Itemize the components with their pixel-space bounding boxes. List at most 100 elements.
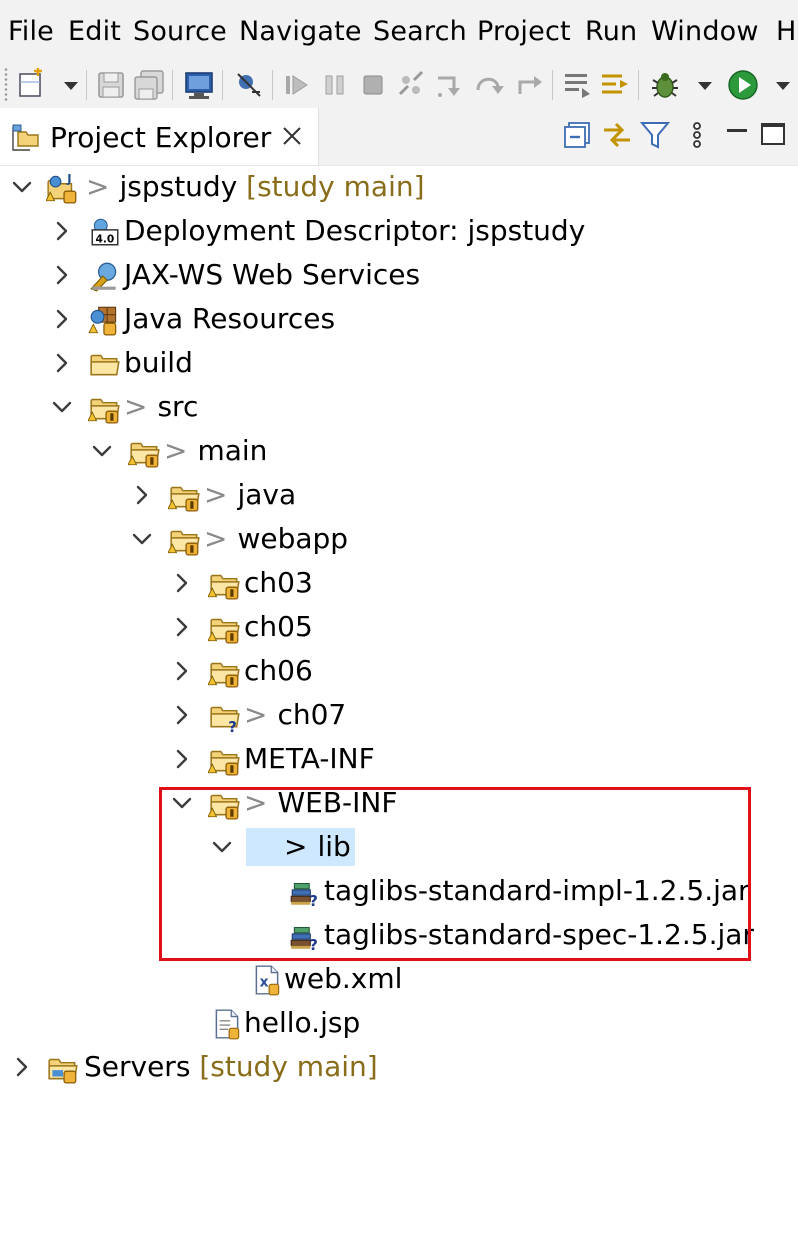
menu-help[interactable]: H [776,14,797,50]
menu-edit[interactable]: Edit [68,14,121,50]
step-into-icon[interactable] [432,68,466,102]
folder-git-icon [88,391,122,425]
menu-window[interactable]: Window [651,14,759,50]
tree-item-hello-jsp[interactable]: hello.jsp [0,1001,798,1045]
new-icon[interactable] [14,68,48,102]
step-over-icon[interactable] [472,68,506,102]
tree-item-text: build [124,346,193,379]
suspend-icon[interactable] [318,68,352,102]
chevron-down-icon[interactable] [170,791,194,815]
menu-source[interactable]: Source [133,14,227,50]
tree-item-meta-inf[interactable]: META-INF [0,737,798,781]
git-dirty-marker: > [124,390,148,423]
tree-item-jspstudy[interactable]: > jspstudy [study main] [0,165,798,209]
tree-item-ch06[interactable]: ch06 [0,649,798,693]
chevron-right-icon[interactable] [170,747,194,771]
step-return-icon[interactable] [512,68,546,102]
chevron-down-icon[interactable] [90,439,114,463]
tab-project-explorer[interactable]: Project Explorer [0,108,319,165]
tree-item-ch05[interactable]: ch05 [0,605,798,649]
tree-item-ch07[interactable]: > ch07 [0,693,798,737]
chevron-right-icon[interactable] [170,615,194,639]
tree-item-taglibs-standard-impl-1-2-5-jar[interactable]: taglibs-standard-impl-1.2.5.jar [0,869,798,913]
tree-item-jax-ws-web-services[interactable]: JAX-WS Web Services [0,253,798,297]
drop-to-frame-icon[interactable] [560,68,594,102]
chevron-down-icon[interactable] [50,395,74,419]
run-dropdown-icon[interactable] [766,68,792,102]
menu-file[interactable]: File [8,14,54,50]
link-with-editor-icon[interactable] [600,118,634,152]
tree-item-main[interactable]: > main [0,429,798,473]
chevron-down-icon[interactable] [130,527,154,551]
tree-item-text: META-INF [244,742,375,775]
git-branch-decoration: [study main] [190,1050,378,1083]
tree-item-deployment-descriptor-jspstudy[interactable]: Deployment Descriptor: jspstudy [0,209,798,253]
terminal-icon[interactable] [182,68,216,102]
chevron-right-icon[interactable] [10,1055,34,1079]
maximize-icon[interactable] [756,118,790,152]
web-services-icon [88,259,122,293]
tree-item-text: ch03 [244,566,313,599]
debug-dropdown-icon[interactable] [688,68,714,102]
tree-item-label: taglibs-standard-impl-1.2.5.jar [324,872,750,910]
chevron-right-icon[interactable] [170,571,194,595]
tree-item-servers[interactable]: Servers [study main] [0,1045,798,1089]
menu-run[interactable]: Run [585,14,637,50]
tree-item-java[interactable]: > java [0,473,798,517]
chevron-down-icon[interactable] [10,175,34,199]
tree-item-label: Deployment Descriptor: jspstudy [124,212,585,250]
tree-item-java-resources[interactable]: Java Resources [0,297,798,341]
tree-item-ch03[interactable]: ch03 [0,561,798,605]
tree-item-label: JAX-WS Web Services [124,256,420,294]
chevron-right-icon[interactable] [50,219,74,243]
resume-icon[interactable] [280,68,314,102]
chevron-right-icon[interactable] [50,307,74,331]
terminate-icon[interactable] [356,68,390,102]
save-icon[interactable] [94,68,128,102]
tree-item-web-xml[interactable]: web.xml [0,957,798,1001]
tree-item-build[interactable]: build [0,341,798,385]
toolbar-separator [86,70,87,100]
folder-git-icon [208,567,242,601]
tree-item-label: web.xml [284,960,402,998]
tree-item-text: web.xml [284,962,403,995]
disconnect-icon[interactable] [394,68,428,102]
folder-git-icon [168,523,202,557]
tree-item-taglibs-standard-spec-1-2-5-jar[interactable]: taglibs-standard-spec-1.2.5.jar [0,913,798,957]
menu-project[interactable]: Project [477,14,571,50]
chevron-down-icon[interactable] [210,835,234,859]
run-icon[interactable] [726,68,760,102]
tree-item-web-inf[interactable]: > WEB-INF [0,781,798,825]
tree-item-webapp[interactable]: > webapp [0,517,798,561]
tree-item-text: WEB-INF [277,786,398,819]
close-icon[interactable] [278,122,306,150]
chevron-right-icon[interactable] [170,659,194,683]
tree-item-text: lib [317,830,351,863]
git-dirty-marker: > [244,786,268,819]
save-all-icon[interactable] [132,68,166,102]
project-explorer-header: Project Explorer [0,108,798,166]
tree-item-lib[interactable]: > lib [0,825,798,869]
skip-breakpoints-icon[interactable] [232,68,266,102]
chevron-right-icon[interactable] [50,351,74,375]
view-menu-icon[interactable] [680,118,701,152]
tree-item-src[interactable]: > src [0,385,798,429]
new-dropdown-icon[interactable] [54,68,80,102]
java-resources-icon [88,303,122,337]
minimize-icon[interactable] [720,118,754,152]
collapse-all-icon[interactable] [562,118,596,152]
toolbar-separator [638,70,639,100]
filter-icon[interactable] [638,118,672,152]
menu-navigate[interactable]: Navigate [239,14,362,50]
git-dirty-marker: > [244,698,268,731]
chevron-right-icon[interactable] [50,263,74,287]
menu-search[interactable]: Search [373,14,467,50]
chevron-right-icon[interactable] [130,483,154,507]
tree-item-text: main [197,434,268,467]
tree-item-text: webapp [237,522,349,555]
tree-item-text: JAX-WS Web Services [124,258,421,291]
debug-icon[interactable] [648,68,682,102]
toolbar-separator [222,70,223,100]
chevron-right-icon[interactable] [170,703,194,727]
use-step-filters-icon[interactable] [598,68,632,102]
